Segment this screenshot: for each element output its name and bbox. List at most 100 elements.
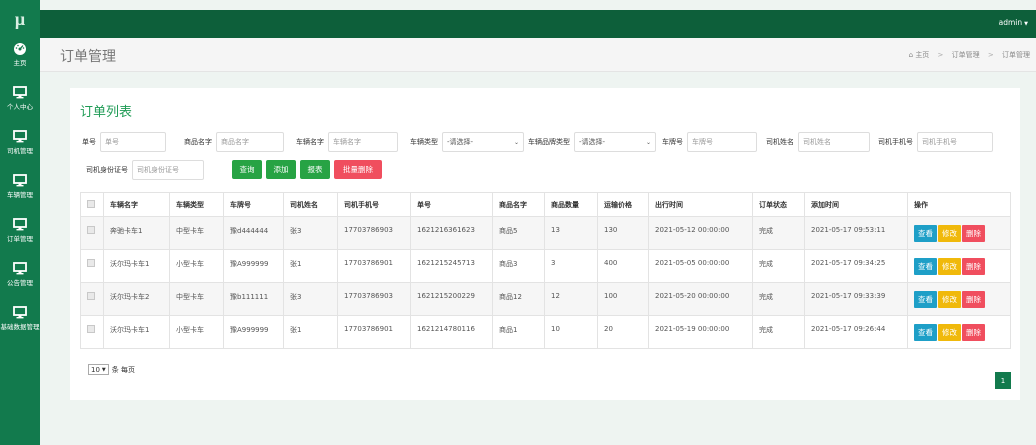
table-cell: 小型卡车 <box>169 315 224 349</box>
table-cell: 完成 <box>752 282 805 316</box>
delete-button[interactable]: 删除 <box>962 257 985 275</box>
table-row: 沃尔玛卡车2 中型卡车 豫b111111 张3 17703786903 1621… <box>80 282 1011 316</box>
row-checkbox[interactable] <box>87 325 95 333</box>
filter-label: 车辆类型 <box>410 138 438 146</box>
delete-button[interactable]: 删除 <box>962 323 985 341</box>
column-header: 商品数量 <box>544 192 598 217</box>
select-all-cell <box>80 192 104 217</box>
order-no-input[interactable]: 单号 <box>100 132 166 152</box>
edit-button[interactable]: 修改 <box>938 224 961 242</box>
column-header: 车牌号 <box>223 192 284 217</box>
home-icon: ⌂ <box>908 51 914 59</box>
table-cell: 2021-05-20 00:00:00 <box>648 282 753 316</box>
table-cell: 1621215245713 <box>410 249 493 283</box>
filter-plate: 车牌号 车牌号 <box>662 132 757 152</box>
page-size-value: 10 <box>91 365 100 374</box>
page-size-select[interactable]: 10 ▼ <box>88 364 109 375</box>
edit-button[interactable]: 修改 <box>938 290 961 308</box>
driver-phone-input[interactable]: 司机手机号 <box>917 132 993 152</box>
table-cell: 2021-05-17 09:33:39 <box>804 282 908 316</box>
filter-label: 司机手机号 <box>878 138 913 146</box>
view-button[interactable]: 查看 <box>914 290 937 308</box>
table-cell: 1621214780116 <box>410 315 493 349</box>
sidebar-item-label: 司机管理 <box>7 147 33 155</box>
column-header: 司机姓名 <box>283 192 338 217</box>
table-cell: 2021-05-17 09:34:25 <box>804 249 908 283</box>
breadcrumb-separator: > <box>987 51 994 59</box>
sidebar-item-profile[interactable]: 个人中心 <box>0 82 40 126</box>
sidebar-item-announcements[interactable]: 公告管理 <box>0 258 40 302</box>
vehicle-type-select[interactable]: -请选择- ⌄ <box>442 132 524 152</box>
filter-label: 司机姓名 <box>766 138 794 146</box>
sidebar-item-orders[interactable]: 订单管理 <box>0 214 40 258</box>
add-button[interactable]: 添加 <box>266 160 296 179</box>
table-cell: 豫d444444 <box>223 216 284 250</box>
goods-name-input[interactable]: 商品名字 <box>216 132 284 152</box>
sidebar-item-label: 公告管理 <box>7 279 33 287</box>
breadcrumb-section[interactable]: 订单管理 <box>952 51 980 59</box>
filter-label: 单号 <box>82 138 96 146</box>
report-button[interactable]: 报表 <box>300 160 330 179</box>
caret-down-icon: ▼ <box>1024 21 1028 27</box>
view-button[interactable]: 查看 <box>914 257 937 275</box>
app-logo[interactable]: μ <box>0 0 40 38</box>
page-button-current[interactable]: 1 <box>995 372 1011 389</box>
table-row: 奔驰卡车1 中型卡车 豫d444444 张3 17703786903 16212… <box>80 216 1011 250</box>
monitor-icon <box>13 218 27 231</box>
view-button[interactable]: 查看 <box>914 323 937 341</box>
table-cell: 12 <box>544 282 598 316</box>
row-select-cell <box>80 315 104 349</box>
sidebar-item-drivers[interactable]: 司机管理 <box>0 126 40 170</box>
row-checkbox[interactable] <box>87 259 95 267</box>
edit-button[interactable]: 修改 <box>938 257 961 275</box>
sidebar-item-vehicles[interactable]: 车辆管理 <box>0 170 40 214</box>
breadcrumb: ⌂ 主页 > 订单管理 > 订单管理 <box>909 50 1030 60</box>
vehicle-brand-type-select[interactable]: -请选择- ⌄ <box>574 132 656 152</box>
table-cell: 中型卡车 <box>169 282 224 316</box>
filter-label: 司机身份证号 <box>86 166 128 174</box>
table-cell: 17703786901 <box>337 315 411 349</box>
delete-button[interactable]: 删除 <box>962 290 985 308</box>
page-header: 订单管理 ⌂ 主页 > 订单管理 > 订单管理 <box>40 38 1036 72</box>
table-cell: 130 <box>597 216 649 250</box>
table-row: 沃尔玛卡车1 小型卡车 豫A999999 张1 17703786901 1621… <box>80 249 1011 283</box>
row-checkbox[interactable] <box>87 292 95 300</box>
search-button[interactable]: 查询 <box>232 160 262 179</box>
table-cell: 完成 <box>752 249 805 283</box>
batch-delete-button[interactable]: 批量删除 <box>334 160 382 179</box>
edit-button[interactable]: 修改 <box>938 323 961 341</box>
column-header: 车辆类型 <box>169 192 224 217</box>
page-title: 订单管理 <box>60 49 116 65</box>
breadcrumb-current: 订单管理 <box>1002 51 1030 59</box>
plate-input[interactable]: 车牌号 <box>687 132 757 152</box>
table-cell: 完成 <box>752 315 805 349</box>
table-cell: 1621215200229 <box>410 282 493 316</box>
table-cell: 豫b111111 <box>223 282 284 316</box>
vehicle-name-input[interactable]: 车辆名字 <box>328 132 398 152</box>
table-cell: 17703786901 <box>337 249 411 283</box>
sidebar-item-basic-data[interactable]: 基础数据管理 <box>0 302 40 346</box>
delete-button[interactable]: 删除 <box>962 224 985 242</box>
filter-driver-phone: 司机手机号 司机手机号 <box>878 132 993 152</box>
view-button[interactable]: 查看 <box>914 224 937 242</box>
user-menu[interactable]: admin ▼ <box>999 18 1028 27</box>
column-header: 运输价格 <box>597 192 649 217</box>
sidebar-item-home[interactable]: 主页 <box>0 38 40 82</box>
driver-name-input[interactable]: 司机姓名 <box>798 132 870 152</box>
order-list-card: 订单列表 单号 单号 商品名字 商品名字 车辆名字 车辆名字 车辆类型 -请选择… <box>70 88 1020 400</box>
column-header: 司机手机号 <box>337 192 411 217</box>
chevron-down-icon: ⌄ <box>513 138 519 146</box>
driver-id-input[interactable]: 司机身份证号 <box>132 160 204 180</box>
orders-table: 车辆名字 车辆类型 车牌号 司机姓名 司机手机号 单号 商品名字 商品数量 运输… <box>80 192 1011 349</box>
breadcrumb-home[interactable]: 主页 <box>915 51 929 59</box>
filter-vehicle-type: 车辆类型 -请选择- ⌄ <box>410 132 524 152</box>
table-cell: 100 <box>597 282 649 316</box>
filter-label: 车辆品牌类型 <box>528 138 570 146</box>
table-cell: 沃尔玛卡车1 <box>103 315 170 349</box>
table-cell: 沃尔玛卡车1 <box>103 249 170 283</box>
row-checkbox[interactable] <box>87 226 95 234</box>
table-cell: 张3 <box>283 282 338 316</box>
table-row: 沃尔玛卡车1 小型卡车 豫A999999 张1 17703786901 1621… <box>80 315 1011 349</box>
select-value: -请选择- <box>579 138 606 146</box>
select-all-checkbox[interactable] <box>87 199 95 208</box>
